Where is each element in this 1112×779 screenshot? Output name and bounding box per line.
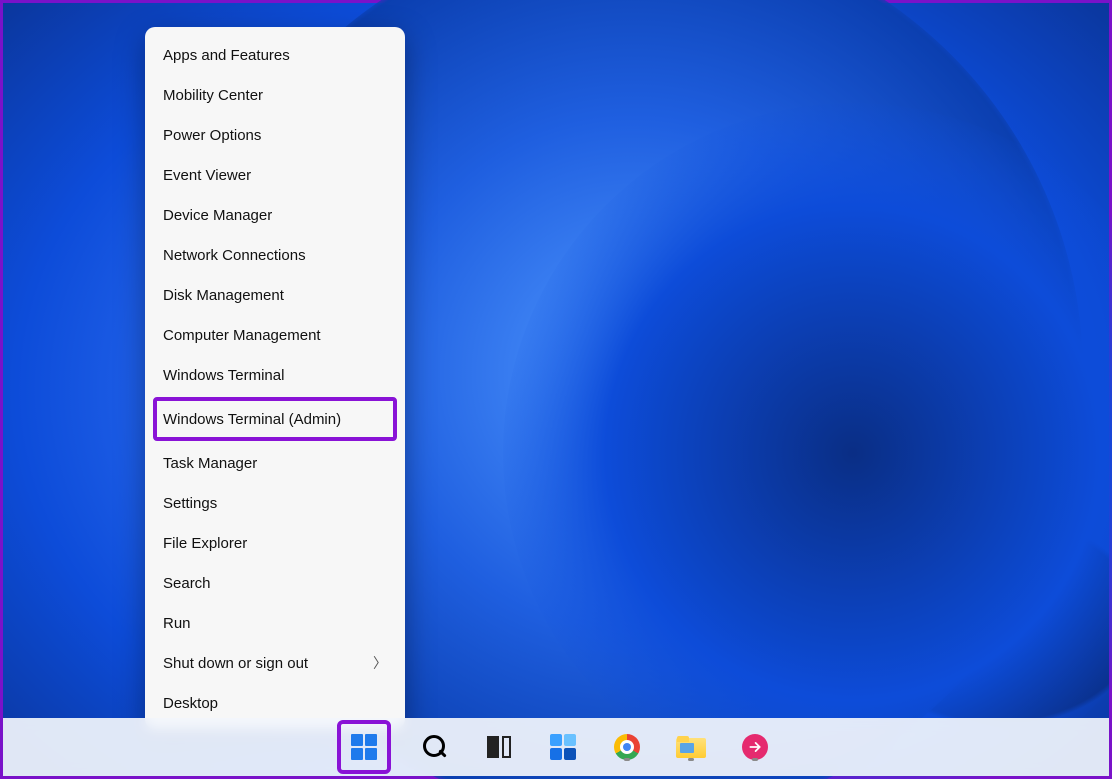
taskbar	[3, 718, 1109, 776]
menu-item-apps-and-features[interactable]: Apps and Features	[145, 35, 405, 75]
menu-item-windows-terminal[interactable]: Windows Terminal	[145, 355, 405, 395]
menu-item-mobility-center[interactable]: Mobility Center	[145, 75, 405, 115]
menu-item-label: File Explorer	[163, 535, 247, 552]
menu-item-label: Run	[163, 615, 191, 632]
menu-item-event-viewer[interactable]: Event Viewer	[145, 155, 405, 195]
menu-item-run[interactable]: Run	[145, 603, 405, 643]
task-view-icon	[487, 736, 511, 758]
chevron-right-icon: 〉	[373, 653, 387, 673]
task-view-button[interactable]	[479, 727, 519, 767]
chrome-icon	[614, 734, 640, 760]
running-indicator-icon	[752, 758, 758, 761]
menu-item-label: Task Manager	[163, 455, 257, 472]
menu-item-label: Windows Terminal	[163, 367, 284, 384]
menu-item-computer-management[interactable]: Computer Management	[145, 315, 405, 355]
menu-item-shut-down-or-sign-out[interactable]: Shut down or sign out 〉	[145, 643, 405, 683]
windows-icon	[351, 734, 377, 760]
menu-item-label: Windows Terminal (Admin)	[163, 411, 341, 428]
menu-item-desktop[interactable]: Desktop	[145, 683, 405, 723]
menu-item-label: Search	[163, 575, 211, 592]
menu-item-power-options[interactable]: Power Options	[145, 115, 405, 155]
menu-item-settings[interactable]: Settings	[145, 483, 405, 523]
widgets-icon	[550, 734, 576, 760]
menu-item-label: Apps and Features	[163, 47, 290, 64]
menu-item-windows-terminal-admin[interactable]: Windows Terminal (Admin)	[153, 397, 397, 441]
menu-item-label: Power Options	[163, 127, 261, 144]
menu-item-file-explorer[interactable]: File Explorer	[145, 523, 405, 563]
menu-item-device-manager[interactable]: Device Manager	[145, 195, 405, 235]
running-indicator-icon	[624, 758, 630, 761]
pink-app-icon	[742, 734, 768, 760]
taskbar-app-pink-app[interactable]	[735, 727, 775, 767]
menu-item-disk-management[interactable]: Disk Management	[145, 275, 405, 315]
menu-item-label: Mobility Center	[163, 87, 263, 104]
menu-item-label: Disk Management	[163, 287, 284, 304]
menu-item-label: Desktop	[163, 695, 218, 712]
menu-item-label: Network Connections	[163, 247, 306, 264]
menu-item-label: Event Viewer	[163, 167, 251, 184]
start-button[interactable]	[337, 720, 391, 774]
menu-item-search[interactable]: Search	[145, 563, 405, 603]
running-indicator-icon	[688, 758, 694, 761]
taskbar-center-items	[337, 718, 775, 776]
search-button[interactable]	[415, 727, 455, 767]
menu-item-label: Computer Management	[163, 327, 321, 344]
menu-item-label: Device Manager	[163, 207, 272, 224]
menu-item-label: Shut down or sign out	[163, 655, 308, 672]
menu-item-label: Settings	[163, 495, 217, 512]
taskbar-app-chrome[interactable]	[607, 727, 647, 767]
taskbar-app-file-explorer[interactable]	[671, 727, 711, 767]
menu-item-network-connections[interactable]: Network Connections	[145, 235, 405, 275]
win-x-context-menu: Apps and Features Mobility Center Power …	[145, 27, 405, 729]
search-icon	[422, 734, 448, 760]
folder-icon	[676, 736, 706, 758]
widgets-button[interactable]	[543, 727, 583, 767]
menu-item-task-manager[interactable]: Task Manager	[145, 443, 405, 483]
